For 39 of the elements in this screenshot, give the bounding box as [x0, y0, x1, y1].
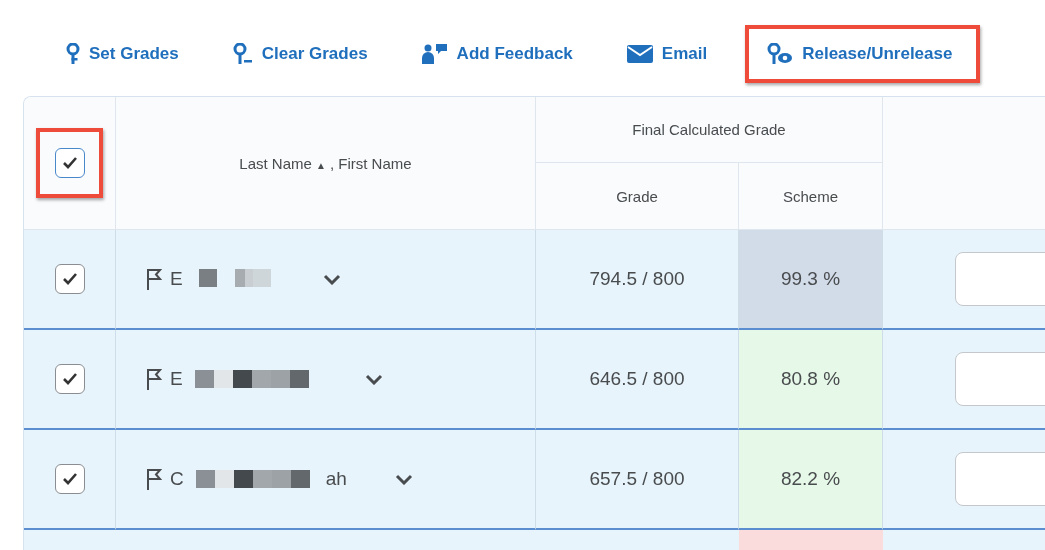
envelope-icon — [626, 45, 653, 63]
toolbar-button[interactable]: Email — [610, 26, 724, 82]
pin-eye-icon — [767, 43, 794, 65]
toolbar-button[interactable]: Add Feedback — [405, 25, 589, 83]
scheme-cell: 99.3 % — [739, 230, 883, 330]
chevron-down-icon[interactable] — [322, 273, 341, 285]
flag-icon[interactable] — [146, 467, 162, 491]
column-header: , First Name — [329, 154, 412, 172]
column-header: Grade — [536, 163, 739, 230]
student-name: ah — [325, 468, 347, 490]
select-all-checkbox[interactable] — [54, 148, 85, 178]
student-name: E — [170, 368, 183, 390]
column-header: Scheme — [739, 163, 883, 230]
row-checkbox[interactable] — [54, 264, 85, 294]
toolbar-button[interactable]: Release/Unrelease — [745, 25, 981, 83]
scheme-cell: 80.8 % — [739, 330, 883, 430]
toolbar-button[interactable]: Set Grades — [50, 25, 195, 83]
column-group-header: Final Calculated Grade — [536, 97, 883, 163]
chevron-down-icon[interactable] — [364, 373, 383, 385]
grade-cell: 794.5 / 800 — [536, 230, 739, 330]
scheme-cell: 82.2 % — [739, 430, 883, 530]
check-icon — [61, 472, 78, 486]
person-speech-icon — [421, 43, 448, 65]
sort-header-link[interactable]: Last Name ▲ — [239, 154, 326, 172]
toolbar-button[interactable]: Clear Grades — [216, 25, 384, 83]
row-checkbox[interactable] — [54, 464, 85, 494]
check-icon — [61, 372, 78, 386]
student-name: C — [170, 468, 184, 490]
pin-minus-icon — [232, 43, 253, 65]
pin-icon — [66, 43, 80, 65]
grade-cell: 657.5 / 800 — [536, 430, 739, 530]
flag-icon[interactable] — [146, 267, 162, 291]
student-name: E — [170, 268, 183, 290]
flag-icon[interactable] — [146, 367, 162, 391]
check-icon — [61, 272, 78, 286]
check-icon — [61, 156, 78, 170]
row-checkbox[interactable] — [54, 364, 85, 394]
chevron-down-icon[interactable] — [394, 473, 413, 485]
grade-cell: 646.5 / 800 — [536, 330, 739, 430]
